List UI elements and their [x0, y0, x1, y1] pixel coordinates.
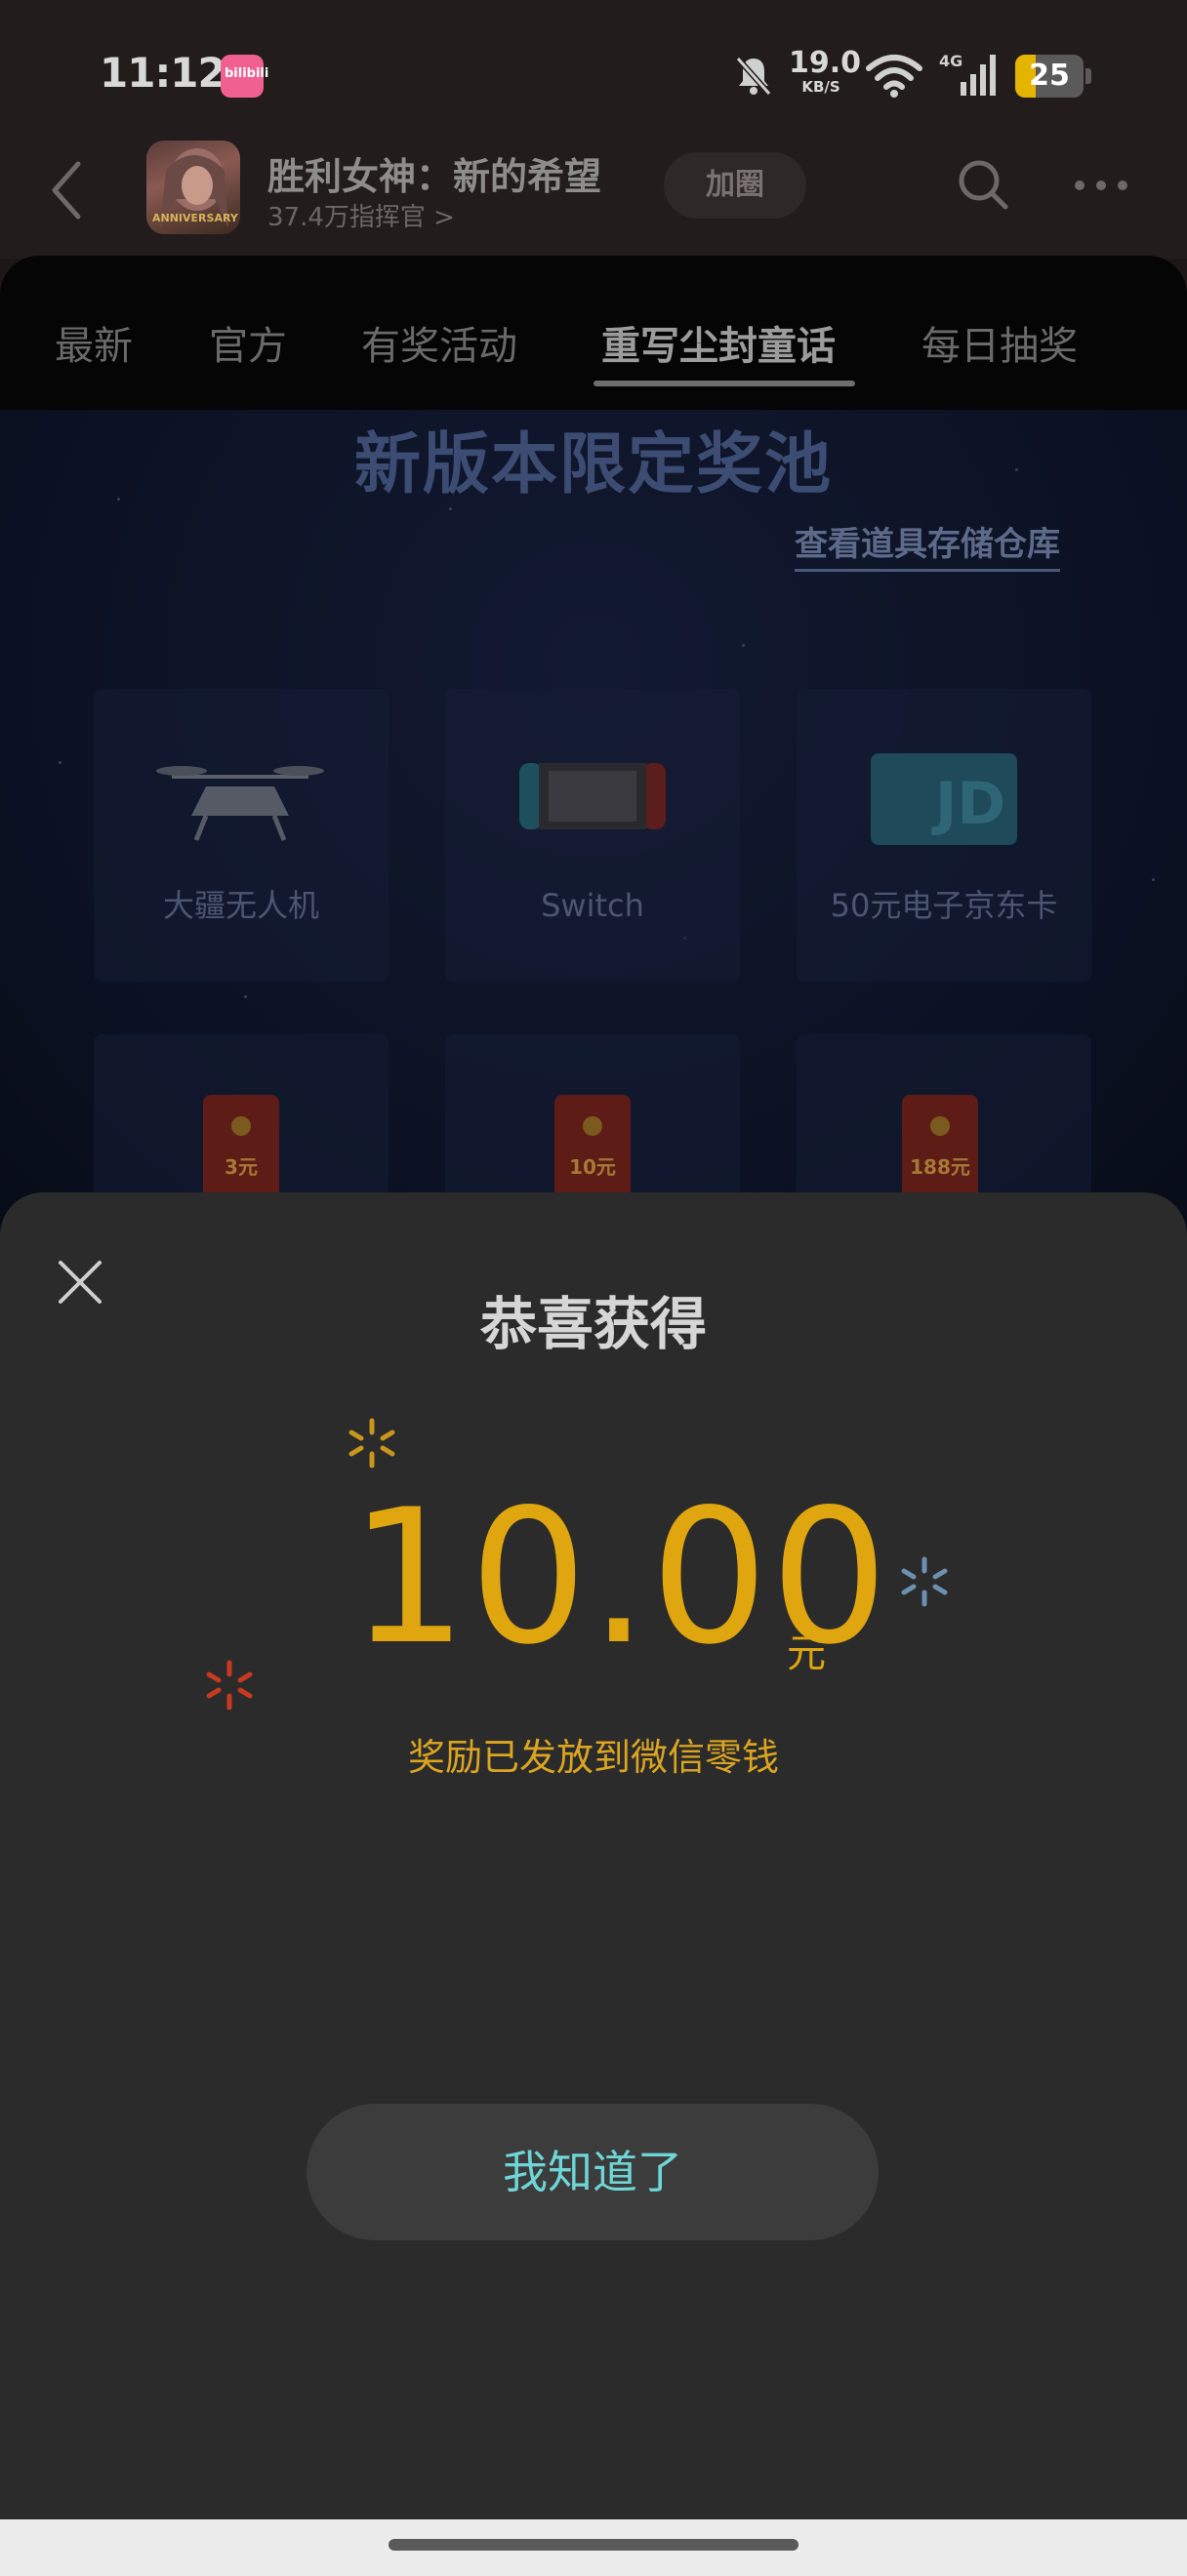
network-speed-value: 19.0: [789, 46, 862, 80]
red-packet-amount: 3元: [225, 1155, 258, 1179]
tab-prize-events[interactable]: 有奖活动: [361, 314, 517, 371]
avatar-anniversary-badge: ANNIVERSARY: [152, 212, 238, 225]
circle-avatar[interactable]: ANNIVERSARY: [146, 141, 240, 234]
home-indicator[interactable]: [389, 2539, 798, 2551]
background-star: [244, 995, 247, 998]
sparkle-icon: [206, 1660, 253, 1711]
reward-modal: 恭喜获得 10.00 元 奖励已发放到微信零钱 我知道了: [0, 1192, 1187, 2519]
circle-tabs: 最新 官方 有奖活动 重写尘封童话 每日抽奖: [0, 256, 1187, 410]
status-bar: 11:12 bilibili 19.0 KB/S 4G 25: [0, 0, 1187, 146]
search-icon[interactable]: [955, 156, 1013, 215]
red-packet-coin: [930, 1116, 950, 1136]
reward-unit: 元: [787, 1631, 826, 1676]
circle-member-count[interactable]: 37.4万指挥官 >: [267, 197, 455, 233]
circle-header: ANNIVERSARY 胜利女神：新的希望 37.4万指挥官 > 加圈: [0, 141, 1187, 259]
red-packet-icon: 10元: [554, 1095, 631, 1198]
tab-latest[interactable]: 最新: [55, 314, 133, 371]
circle-title: 胜利女神：新的希望: [267, 155, 602, 198]
battery-indicator: 25: [1015, 55, 1084, 98]
network-type-label: 4G: [939, 52, 962, 70]
red-packet-icon: 3元: [203, 1095, 279, 1198]
item-warehouse-link[interactable]: 查看道具存储仓库: [795, 517, 1060, 572]
status-time: 11:12: [100, 49, 226, 97]
prize-pool-title: 新版本限定奖池: [353, 426, 833, 503]
red-packet-coin: [231, 1116, 251, 1136]
active-tab-indicator: [594, 381, 855, 386]
network-speed-unit: KB/S: [801, 78, 840, 96]
switch-console-icon: [519, 763, 666, 829]
network-speed: 19.0 KB/S: [789, 46, 862, 96]
modal-title: 恭喜获得: [479, 1291, 707, 1357]
tab-rewrite-fairytale[interactable]: 重写尘封童话: [601, 314, 836, 371]
prize-card-drone[interactable]: 大疆无人机: [94, 689, 389, 982]
background-star: [742, 644, 745, 647]
jd-card-icon: JD: [871, 753, 1017, 845]
tab-official[interactable]: 官方: [209, 314, 287, 371]
prize-label: Switch: [541, 887, 644, 924]
event-page-content: 新版本限定奖池 查看道具存储仓库 大疆无人机 Switch JD 50元电子京东…: [0, 410, 1187, 1249]
app-badge-text: bilibili: [225, 66, 269, 81]
prize-card-jd-card[interactable]: JD 50元电子京东卡: [797, 689, 1091, 982]
prize-label: 50元电子京东卡: [830, 887, 1058, 924]
battery-tip: [1085, 68, 1091, 84]
background-star: [59, 761, 61, 764]
red-packet-amount: 10元: [569, 1155, 616, 1179]
svg-text:JD: JD: [931, 770, 1005, 838]
battery-level: 25: [1029, 59, 1070, 93]
wifi-icon: [866, 55, 922, 98]
background-star: [1152, 878, 1155, 881]
confirm-button[interactable]: 我知道了: [307, 2104, 879, 2240]
more-options-icon[interactable]: [1072, 176, 1130, 195]
drone-icon: [156, 766, 324, 841]
join-circle-button[interactable]: 加圈: [664, 152, 806, 219]
reward-delivery-note: 奖励已发放到微信零钱: [407, 1736, 779, 1779]
cellular-signal-icon: 4G: [939, 52, 996, 96]
red-packet-icon: 188元: [902, 1095, 978, 1198]
sparkle-icon: [901, 1556, 948, 1607]
tab-daily-lottery[interactable]: 每日抽奖: [921, 314, 1078, 371]
mute-bell-icon: [735, 57, 772, 96]
bilibili-app-icon: bilibili: [221, 55, 268, 98]
prize-card-switch[interactable]: Switch: [445, 689, 740, 982]
back-chevron-icon[interactable]: [47, 156, 86, 224]
red-packet-amount: 188元: [910, 1155, 970, 1179]
background-star: [449, 507, 452, 510]
sparkle-icon: [348, 1418, 395, 1469]
prize-label: 大疆无人机: [162, 887, 319, 924]
red-packet-coin: [583, 1116, 602, 1136]
